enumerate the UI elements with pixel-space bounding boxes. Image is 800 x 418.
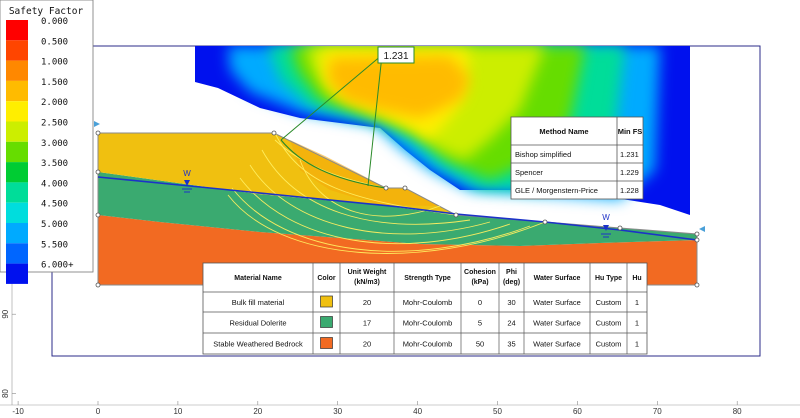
legend-label-3: 1.500 <box>41 78 68 88</box>
material-color-swatch-1 <box>320 316 333 328</box>
material-water-0: Water Surface <box>533 298 581 307</box>
method-fs-2: 1.228 <box>620 186 639 195</box>
method-header-fs: Min FS <box>618 127 643 136</box>
material-header-4-line2: (kPa) <box>471 279 488 286</box>
material-color-swatch-0 <box>320 295 333 308</box>
material-cohesion-0: 0 <box>478 298 482 307</box>
legend-label-6: 3.000 <box>41 139 68 149</box>
y-tick-label-4: 80 <box>1 389 10 398</box>
legend-swatch-5 <box>6 121 28 142</box>
boundary-marker-left <box>94 121 100 127</box>
material-cohesion-2: 50 <box>476 340 484 349</box>
material-table: Material Name Color Unit Weight (kN/m3) Stre… <box>202 262 648 355</box>
material-header-8: Hu <box>632 275 641 282</box>
material-phi-2: 35 <box>507 340 515 349</box>
material-water-2: Water Surface <box>533 340 581 349</box>
legend-label-7: 3.500 <box>41 159 68 169</box>
legend-label-11: 5.500 <box>41 240 68 250</box>
legend-swatch-10 <box>6 223 28 244</box>
material-strength-0: Mohr-Coulomb <box>403 298 453 307</box>
x-tick-label-9: 80 <box>733 407 742 416</box>
legend-label-4: 2.000 <box>41 98 68 108</box>
legend-label-2: 1.000 <box>41 58 68 68</box>
slope-stability-view: 1.231 W W Method Name Min FS Bishop simpli… <box>0 0 800 416</box>
material-hu-0: 1 <box>635 298 639 307</box>
method-name-2: GLE / Morgenstern-Price <box>515 186 598 195</box>
material-header-1: Color <box>317 275 336 282</box>
material-header-5-line2: (deg) <box>503 279 520 286</box>
safety-factor-legend: Safety Factor 0.000 0.500 1.000 1.500 2.000 2… <box>0 0 94 284</box>
water-label-left: W <box>183 169 191 178</box>
y-tick-label-3: 90 <box>1 309 10 318</box>
material-hu_type-2: Custom <box>596 340 622 349</box>
legend-swatch-4 <box>6 101 28 122</box>
material-cohesion-1: 5 <box>478 319 482 328</box>
material-header-2-line1: Unit Weight <box>348 269 387 276</box>
material-header-3: Strength Type <box>404 275 451 282</box>
material-hu-2: 1 <box>635 340 639 349</box>
water-label-right: W <box>602 213 610 222</box>
x-tick-label-2: 10 <box>173 407 182 416</box>
material-hu_type-1: Custom <box>596 319 622 328</box>
legend-title: Safety Factor <box>9 6 84 17</box>
x-tick-label-0: -10 <box>12 407 24 416</box>
legend-label-12: 6.000+ <box>41 261 74 271</box>
x-tick-label-1: 0 <box>96 407 101 416</box>
method-name-0: Bishop simplified <box>515 150 571 159</box>
material-strength-2: Mohr-Coulomb <box>403 340 453 349</box>
material-name-1: Residual Dolerite <box>229 319 286 328</box>
x-tick-label-5: 40 <box>413 407 422 416</box>
x-tick-label-7: 60 <box>573 407 582 416</box>
legend-label-9: 4.500 <box>41 200 68 210</box>
material-header-0: Material Name <box>234 275 282 282</box>
material-name-2: Stable Weathered Bedrock <box>213 340 303 349</box>
material-header-2-line2: (kN/m3) <box>354 279 380 286</box>
material-strength-1: Mohr-Coulomb <box>403 319 453 328</box>
legend-label-0: 0.000 <box>41 17 68 27</box>
x-tick-label-3: 20 <box>253 407 262 416</box>
material-unit_weight-0: 20 <box>363 298 371 307</box>
material-water-1: Water Surface <box>533 319 581 328</box>
material-hu_type-0: Custom <box>596 298 622 307</box>
material-header-5-line1: Phi <box>506 269 517 276</box>
method-results-table: Method Name Min FS Bishop simplified 1.231 S… <box>510 116 644 200</box>
legend-swatch-1 <box>6 40 28 61</box>
legend-swatch-0 <box>6 20 28 41</box>
material-header-7: Hu Type <box>595 275 622 282</box>
legend-swatch-11 <box>6 243 28 264</box>
legend-label-1: 0.500 <box>41 37 68 47</box>
material-header-4-line1: Cohesion <box>464 269 496 276</box>
material-color-swatch-2 <box>320 337 333 349</box>
legend-label-8: 4.000 <box>41 179 68 189</box>
material-unit_weight-1: 17 <box>363 319 371 328</box>
x-tick-label-4: 30 <box>333 407 342 416</box>
material-name-0: Bulk fill material <box>232 298 285 307</box>
method-fs-1: 1.229 <box>620 168 639 177</box>
legend-swatch-2 <box>6 60 28 81</box>
x-tick-label-6: 50 <box>493 407 502 416</box>
material-phi-0: 30 <box>507 298 515 307</box>
method-header-name: Method Name <box>539 127 588 136</box>
method-fs-0: 1.231 <box>620 150 639 159</box>
legend-label-10: 5.000 <box>41 220 68 230</box>
x-axis: -10 0 10 20 30 40 50 60 70 80 <box>0 401 800 416</box>
legend-swatch-3 <box>6 80 28 102</box>
legend-swatch-12 <box>6 263 28 284</box>
legend-swatch-8 <box>6 182 28 203</box>
material-header-6: Water Surface <box>534 275 581 282</box>
legend-swatch-6 <box>6 141 28 163</box>
legend-label-5: 2.500 <box>41 119 68 129</box>
fs-callout-value: 1.231 <box>383 51 408 62</box>
material-phi-1: 24 <box>507 319 515 328</box>
material-hu-1: 1 <box>635 319 639 328</box>
material-unit_weight-2: 20 <box>363 340 371 349</box>
boundary-marker-right <box>699 226 705 232</box>
legend-swatch-9 <box>6 202 28 223</box>
x-tick-label-8: 70 <box>653 407 662 416</box>
method-name-1: Spencer <box>515 168 543 177</box>
legend-swatch-7 <box>6 162 28 183</box>
